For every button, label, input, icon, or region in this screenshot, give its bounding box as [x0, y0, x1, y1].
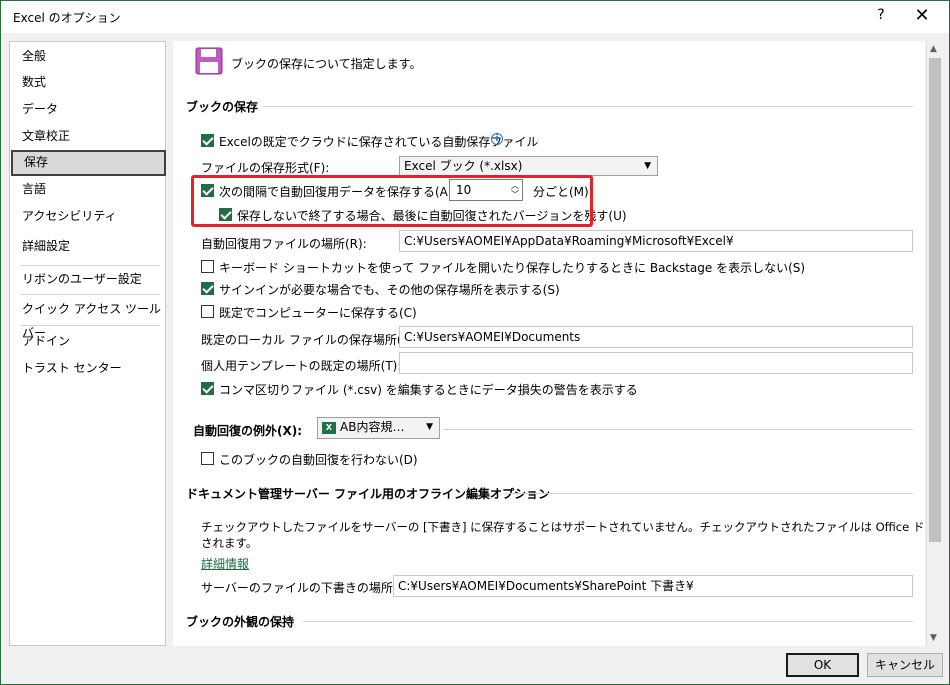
- sidebar-item-formulas[interactable]: 数式: [10, 70, 165, 96]
- sidebar-divider: [20, 265, 160, 266]
- scroll-down-icon[interactable]: ▼: [930, 633, 937, 643]
- sidebar-item-customize-ribbon[interactable]: リボンのユーザー設定: [10, 267, 165, 293]
- content-scrollbar[interactable]: ▲ ▼: [926, 41, 943, 646]
- sidebar-item-proofing[interactable]: 文章校正: [10, 124, 165, 150]
- section-divider: [503, 493, 913, 494]
- title-bar: Excel のオプション ? ✕: [1, 1, 949, 33]
- sidebar-item-trust-center[interactable]: トラスト センター: [10, 356, 165, 382]
- sidebar-item-language[interactable]: 言語: [10, 177, 165, 203]
- save-format-select[interactable]: Excel ブック (*.xlsx) ▼: [399, 156, 658, 176]
- signin-other-locations-checkbox[interactable]: [201, 282, 214, 295]
- save-format-label: ファイルの保存形式(F):: [201, 161, 330, 175]
- disable-autorecover-checkbox[interactable]: [201, 452, 214, 465]
- offline-notice-line1: チェックアウトしたファイルをサーバーの [下書き] に保存することはサポートされ…: [201, 520, 925, 534]
- sidebar-item-advanced[interactable]: 詳細設定: [10, 234, 165, 260]
- exceptions-workbook-select[interactable]: X AB内容規… ▼: [317, 417, 440, 439]
- drafts-location-label: サーバーのファイルの下書きの場所(V):: [201, 581, 415, 595]
- section-divider: [303, 621, 913, 622]
- page-description: ブックの保存について指定します。: [231, 57, 422, 71]
- autorecover-location-label: 自動回復用ファイルの場所(R):: [201, 237, 367, 251]
- category-sidebar: 全般 数式 データ 文章校正 保存 言語 アクセシビリティ 詳細設定 リボンのユ…: [9, 41, 166, 646]
- sidebar-divider: [20, 294, 160, 295]
- more-info-link[interactable]: 詳細情報: [201, 555, 249, 572]
- csv-warning-label: コンマ区切りファイル (*.csv) を編集するときにデータ損失の警告を表示する: [219, 383, 638, 397]
- disable-autorecover-label: このブックの自動回復を行わない(D): [219, 453, 418, 467]
- exceptions-label: 自動回復の例外(X):: [193, 424, 303, 438]
- info-icon[interactable]: i: [491, 133, 503, 145]
- chevron-down-icon: ▼: [426, 422, 433, 432]
- sidebar-item-save[interactable]: 保存: [11, 150, 166, 176]
- ok-button[interactable]: OK: [786, 653, 859, 677]
- save-to-computer-checkbox[interactable]: [201, 305, 214, 318]
- local-location-input[interactable]: C:¥Users¥AOMEI¥Documents: [399, 326, 913, 348]
- section-divider: [443, 429, 913, 430]
- cancel-button[interactable]: キャンセル: [867, 653, 943, 677]
- highlight-box: [191, 175, 593, 227]
- section-title-offline: ドキュメント管理サーバー ファイル用のオフライン編集オプション: [186, 487, 551, 501]
- chevron-down-icon: ▼: [644, 161, 651, 171]
- options-content-pane: ブックの保存について指定します。 ブックの保存 Excelの既定でクラウドに保存…: [173, 41, 925, 646]
- window-title: Excel のオプション: [13, 11, 121, 25]
- sidebar-item-quick-access-toolbar[interactable]: クイック アクセス ツール バー: [10, 297, 165, 340]
- scroll-up-icon[interactable]: ▲: [930, 44, 937, 54]
- sidebar-divider: [20, 325, 160, 326]
- autosave-cloud-label: Excelの既定でクラウドに保存されている自動保存ファイル: [219, 135, 539, 149]
- close-button[interactable]: ✕: [912, 5, 932, 26]
- backstage-checkbox[interactable]: [201, 260, 214, 273]
- section-title-appearance: ブックの外観の保持: [186, 615, 295, 629]
- local-location-label: 既定のローカル ファイルの保存場所(I):: [201, 333, 414, 347]
- backstage-label: キーボード ショートカットを使って ファイルを開いたり保存したりするときに Ba…: [219, 261, 806, 275]
- template-location-input[interactable]: [399, 352, 913, 374]
- excel-icon: X: [322, 422, 336, 434]
- sidebar-item-accessibility[interactable]: アクセシビリティ: [10, 204, 165, 230]
- save-to-computer-label: 既定でコンピューターに保存する(C): [219, 306, 417, 320]
- excel-options-dialog: Excel のオプション ? ✕ 全般 数式 データ 文章校正 保存 言語 アク…: [0, 0, 950, 685]
- save-format-value: Excel ブック (*.xlsx): [404, 159, 523, 173]
- autorecover-location-input[interactable]: C:¥Users¥AOMEI¥AppData¥Roaming¥Microsoft…: [399, 230, 913, 252]
- help-button[interactable]: ?: [874, 7, 888, 23]
- save-floppy-icon: [195, 47, 223, 75]
- drafts-location-input[interactable]: C:¥Users¥AOMEI¥Documents¥SharePoint 下書き¥: [393, 575, 913, 597]
- sidebar-item-addins[interactable]: アドイン: [10, 329, 165, 355]
- template-location-label: 個人用テンプレートの既定の場所(T):: [201, 359, 402, 373]
- section-divider: [263, 106, 913, 107]
- scrollbar-thumb[interactable]: [929, 58, 941, 542]
- section-title-save: ブックの保存: [186, 100, 259, 114]
- sidebar-item-data[interactable]: データ: [10, 97, 165, 123]
- signin-other-locations-label: サインインが必要な場合でも、その他の保存場所を表示する(S): [219, 283, 560, 297]
- exceptions-workbook-value: AB内容規…: [340, 420, 405, 434]
- csv-warning-checkbox[interactable]: [201, 382, 214, 395]
- sidebar-item-general[interactable]: 全般: [10, 44, 165, 70]
- offline-notice-line2: されます。: [201, 536, 258, 550]
- autosave-cloud-checkbox[interactable]: [201, 134, 214, 147]
